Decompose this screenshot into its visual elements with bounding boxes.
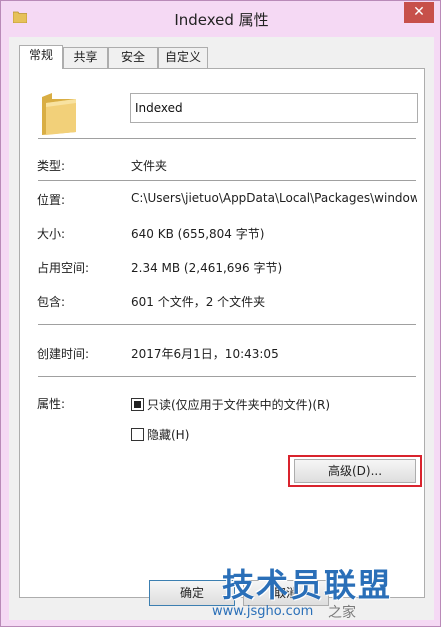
separator xyxy=(38,138,416,139)
tab-general[interactable]: 常规 xyxy=(19,45,63,69)
general-tab-panel: 类型: 文件夹 位置: C:\Users\jietuo\AppData\Loca… xyxy=(19,68,425,598)
tab-customize[interactable]: 自定义 xyxy=(158,47,208,68)
watermark-url: www.jsgho.com xyxy=(212,604,314,619)
location-label: 位置: xyxy=(37,193,66,207)
hidden-label[interactable]: 隐藏(H) xyxy=(147,426,189,443)
folder-icon xyxy=(42,93,76,135)
created-value: 2017年6月1日，10:43:05 xyxy=(131,347,279,361)
attributes-label: 属性: xyxy=(37,397,66,411)
watermark-tail: 之家 xyxy=(328,605,356,621)
separator xyxy=(38,324,416,325)
contains-label: 包含: xyxy=(37,295,66,309)
type-value: 文件夹 xyxy=(131,159,168,173)
size-value: 640 KB (655,804 字节) xyxy=(131,227,265,241)
contains-value: 601 个文件，2 个文件夹 xyxy=(131,295,266,309)
type-label: 类型: xyxy=(37,159,66,173)
size-on-disk-value: 2.34 MB (2,461,696 字节) xyxy=(131,261,283,275)
window-title: Indexed 属性 xyxy=(174,11,269,29)
window-frame: Indexed 属性 ✕ 常规 共享 安全 自定义 类型: xyxy=(0,0,441,627)
separator xyxy=(38,376,416,377)
watermark-brand: 技术员联盟 xyxy=(222,566,393,604)
advanced-button[interactable]: 高级(D)... xyxy=(294,459,416,483)
readonly-label[interactable]: 只读(仅应用于文件夹中的文件)(R) xyxy=(147,396,330,413)
close-button[interactable]: ✕ xyxy=(404,2,434,23)
separator xyxy=(38,180,416,181)
created-label: 创建时间: xyxy=(37,347,90,361)
properties-window: Indexed 属性 ✕ 常规 共享 安全 自定义 类型: xyxy=(0,0,441,627)
dialog-client: 常规 共享 安全 自定义 类型: 文件夹 位置: C:\Users\jietuo… xyxy=(9,37,434,620)
size-label: 大小: xyxy=(37,227,66,241)
folder-name-input[interactable] xyxy=(130,93,418,123)
location-value[interactable]: C:\Users\jietuo\AppData\Local\Packages\w… xyxy=(131,191,417,205)
checkbox-check-icon xyxy=(134,401,141,408)
readonly-checkbox[interactable] xyxy=(131,398,144,411)
watermark: 技术员联盟 www.jsgho.com 之家 xyxy=(212,560,441,627)
close-icon: ✕ xyxy=(413,4,425,20)
size-on-disk-label: 占用空间: xyxy=(37,261,90,275)
tab-sharing[interactable]: 共享 xyxy=(63,47,108,68)
title-bar[interactable]: Indexed 属性 ✕ xyxy=(1,1,441,37)
tab-security[interactable]: 安全 xyxy=(108,47,158,68)
hidden-checkbox[interactable] xyxy=(131,428,144,441)
